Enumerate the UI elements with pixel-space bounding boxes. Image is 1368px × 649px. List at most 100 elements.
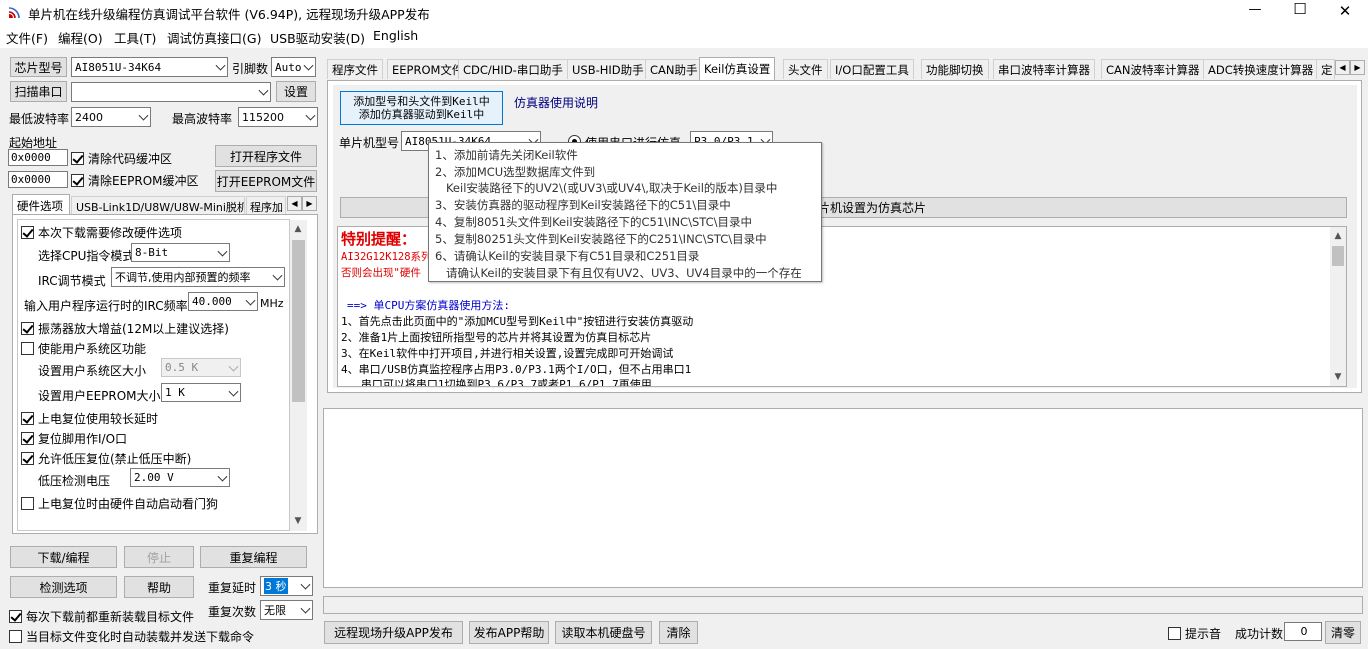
beep-check — [1168, 627, 1181, 640]
title-bar: 单片机在线升级编程仿真调试平台软件 (V6.94P), 远程现场升级APP发布 … — [0, 0, 1368, 24]
tooltip-line-1: 1、添加前请先关闭Keil软件 — [435, 148, 578, 162]
pins-select[interactable]: Auto — [271, 57, 316, 77]
tab-usb-hid[interactable]: USB-HID助手 — [567, 59, 649, 79]
tab-uart-baud-calc[interactable]: 串口波特率计算器 — [993, 59, 1095, 79]
chip-type-button[interactable]: 芯片型号 — [10, 57, 67, 77]
instructions-scroll-thumb[interactable] — [1332, 246, 1344, 266]
irc-freq-input[interactable]: 40.000 — [188, 292, 258, 311]
reprogram-button[interactable]: 重复编程 — [200, 546, 307, 568]
delay-select[interactable]: 3 秒 — [260, 576, 313, 596]
beep-checkbox[interactable]: 提示音 — [1168, 625, 1221, 642]
scroll-up-icon[interactable]: ▲ — [291, 222, 305, 236]
port-select[interactable] — [71, 82, 271, 102]
pins-label: 引脚数 — [232, 62, 269, 76]
minimize-button[interactable]: — — [1245, 2, 1265, 22]
reset-io-label: 复位脚用作I/O口 — [38, 432, 128, 446]
tab-adc-calc[interactable]: ADC转换速度计算器 — [1203, 59, 1319, 79]
max-baud-select[interactable]: 115200 — [238, 107, 318, 127]
reset-count-button[interactable]: 清零 — [1325, 621, 1361, 644]
menu-tools[interactable]: 工具(T) — [114, 28, 156, 47]
tab-eeprom-file[interactable]: EEPROM文件 — [387, 59, 469, 79]
success-count-label: 成功计数 — [1235, 627, 1284, 641]
eeprom-size-select[interactable]: 1 K — [161, 383, 241, 402]
modify-hw-checkbox[interactable]: 本次下载需要修改硬件选项 — [21, 224, 182, 241]
output-log[interactable] — [323, 408, 1363, 588]
min-baud-select[interactable]: 2400 — [71, 107, 151, 127]
count-label: 重复次数 — [208, 605, 257, 619]
irc-mode-select[interactable]: 不调节,使用内部预置的频率 — [111, 267, 285, 287]
remote-upgrade-button[interactable]: 远程现场升级APP发布 — [324, 621, 463, 644]
eeprom-addr-input[interactable]: 0x0000 — [8, 171, 68, 188]
menu-file[interactable]: 文件(F) — [6, 28, 48, 47]
osc-gain-checkbox[interactable]: 振荡器放大增益(12M以上建议选择) — [21, 320, 229, 337]
eeprom-size-label: 设置用户EEPROM大小 — [38, 389, 161, 403]
tab-can[interactable]: CAN助手 — [645, 59, 703, 79]
subtab-scroll-left[interactable]: ◀ — [287, 196, 302, 211]
download-button[interactable]: 下载/编程 — [10, 546, 117, 568]
reset-io-checkbox[interactable]: 复位脚用作I/O口 — [21, 430, 127, 447]
long-delay-checkbox[interactable]: 上电复位使用较长延时 — [21, 410, 158, 427]
tab-more[interactable]: 定 — [1316, 59, 1335, 79]
maximize-button[interactable]: ☐ — [1290, 0, 1310, 22]
subtab-scroll-right[interactable]: ▶ — [302, 196, 317, 211]
menu-usb-driver[interactable]: USB驱动安装(D) — [270, 28, 365, 47]
window-title: 单片机在线升级编程仿真调试平台软件 (V6.94P), 远程现场升级APP发布 — [28, 7, 430, 22]
cpu-mode-select[interactable]: 8-Bit — [131, 243, 230, 262]
help-button[interactable]: 帮助 — [124, 576, 194, 598]
modify-hw-label: 本次下载需要修改硬件选项 — [38, 226, 183, 240]
tab-keil-settings[interactable]: Keil仿真设置 — [699, 57, 776, 80]
tooltip-line-7: 6、请确认Keil的安装目录下有C51目录和C251目录 — [435, 249, 700, 263]
scroll-thumb[interactable] — [292, 240, 305, 402]
watchdog-check — [21, 497, 34, 510]
irc-freq-value: 40.000 — [192, 295, 232, 308]
low-volt-select[interactable]: 2.00 V — [130, 468, 230, 487]
clear-log-button[interactable]: 清除 — [659, 621, 698, 644]
settings-button[interactable]: 设置 — [276, 81, 316, 102]
tab-cdc-hid-serial[interactable]: CDC/HID-串口助手 — [458, 59, 568, 79]
stop-button[interactable]: 停止 — [124, 546, 194, 568]
check-options-button[interactable]: 检测选项 — [10, 576, 117, 598]
emulator-usage-link[interactable]: 仿真器使用说明 — [514, 94, 598, 111]
tab-header[interactable]: 头文件 — [783, 59, 828, 79]
max-baud-label: 最高波特率 — [172, 112, 233, 126]
low-volt-reset-checkbox[interactable]: 允许低压复位(禁止低压中断) — [21, 450, 191, 467]
open-eeprom-button[interactable]: 打开EEPROM文件 — [215, 170, 317, 192]
auto-send-checkbox[interactable]: 当目标文件变化时自动装载并发送下载命令 — [9, 628, 254, 645]
instructions-scrollbar[interactable]: ▲ ▼ — [1330, 227, 1346, 386]
user-sys-checkbox[interactable]: 使能用户系统区功能 — [21, 340, 146, 357]
scroll-down-icon[interactable]: ▼ — [291, 514, 305, 528]
count-select[interactable]: 无限 — [260, 600, 313, 620]
code-addr-input[interactable]: 0x0000 — [8, 149, 68, 166]
tab-io-config[interactable]: I/O口配置工具 — [830, 59, 914, 79]
tab-scroll-right[interactable]: ▶ — [1350, 60, 1365, 75]
instructions-scroll-down-icon[interactable]: ▼ — [1331, 370, 1345, 384]
open-program-button[interactable]: 打开程序文件 — [215, 145, 317, 167]
tab-pin-switch[interactable]: 功能脚切换 — [921, 59, 989, 79]
tab-scroll-left[interactable]: ◀ — [1335, 60, 1350, 75]
chip-type-select[interactable]: AI8051U-34K64 — [71, 57, 228, 77]
success-count-value: 0 — [1300, 625, 1308, 638]
reload-checkbox[interactable]: 每次下载前都重新装载目标文件 — [9, 608, 194, 625]
clear-eeprom-checkbox[interactable]: 清除EEPROM缓冲区 — [71, 172, 199, 189]
delay-label: 重复延时 — [208, 581, 257, 595]
hardware-scrollbar[interactable]: ▲ ▼ — [290, 220, 307, 531]
publish-help-button[interactable]: 发布APP帮助 — [469, 621, 549, 644]
menu-debug[interactable]: 调试仿真接口(G) — [167, 28, 261, 47]
menu-program[interactable]: 编程(O) — [58, 28, 103, 47]
add-to-keil-button[interactable]: 添加型号和头文件到Keil中 添加仿真器驱动到Keil中 — [340, 91, 503, 125]
menu-english[interactable]: English — [373, 28, 418, 43]
subtab-hardware[interactable]: 硬件选项 — [12, 194, 70, 215]
read-disk-button[interactable]: 读取本机硬盘号 — [555, 621, 652, 644]
instructions-scroll-up-icon[interactable]: ▲ — [1331, 229, 1345, 243]
tooltip-line-3: Keil安装路径下的UV2\(或UV3\或UV4\,取决于Keil的版本)目录中 — [435, 181, 778, 195]
tab-can-baud-calc[interactable]: CAN波特率计算器 — [1101, 59, 1205, 79]
low-volt-label: 低压检测电压 — [38, 474, 111, 488]
sys-size-select[interactable]: 0.5 K — [161, 358, 241, 377]
watchdog-checkbox[interactable]: 上电复位时由硬件自动启动看门狗 — [21, 495, 218, 512]
subtab-usb-link[interactable]: USB-Link1D/U8W/U8W-Mini脱机 — [71, 196, 245, 215]
scan-port-button[interactable]: 扫描串口 — [10, 81, 67, 102]
subtab-program[interactable]: 程序加 — [246, 196, 286, 215]
clear-code-checkbox[interactable]: 清除代码缓冲区 — [71, 150, 172, 167]
tab-program-file[interactable]: 程序文件 — [327, 59, 383, 79]
close-button[interactable]: ✕ — [1335, 2, 1355, 22]
